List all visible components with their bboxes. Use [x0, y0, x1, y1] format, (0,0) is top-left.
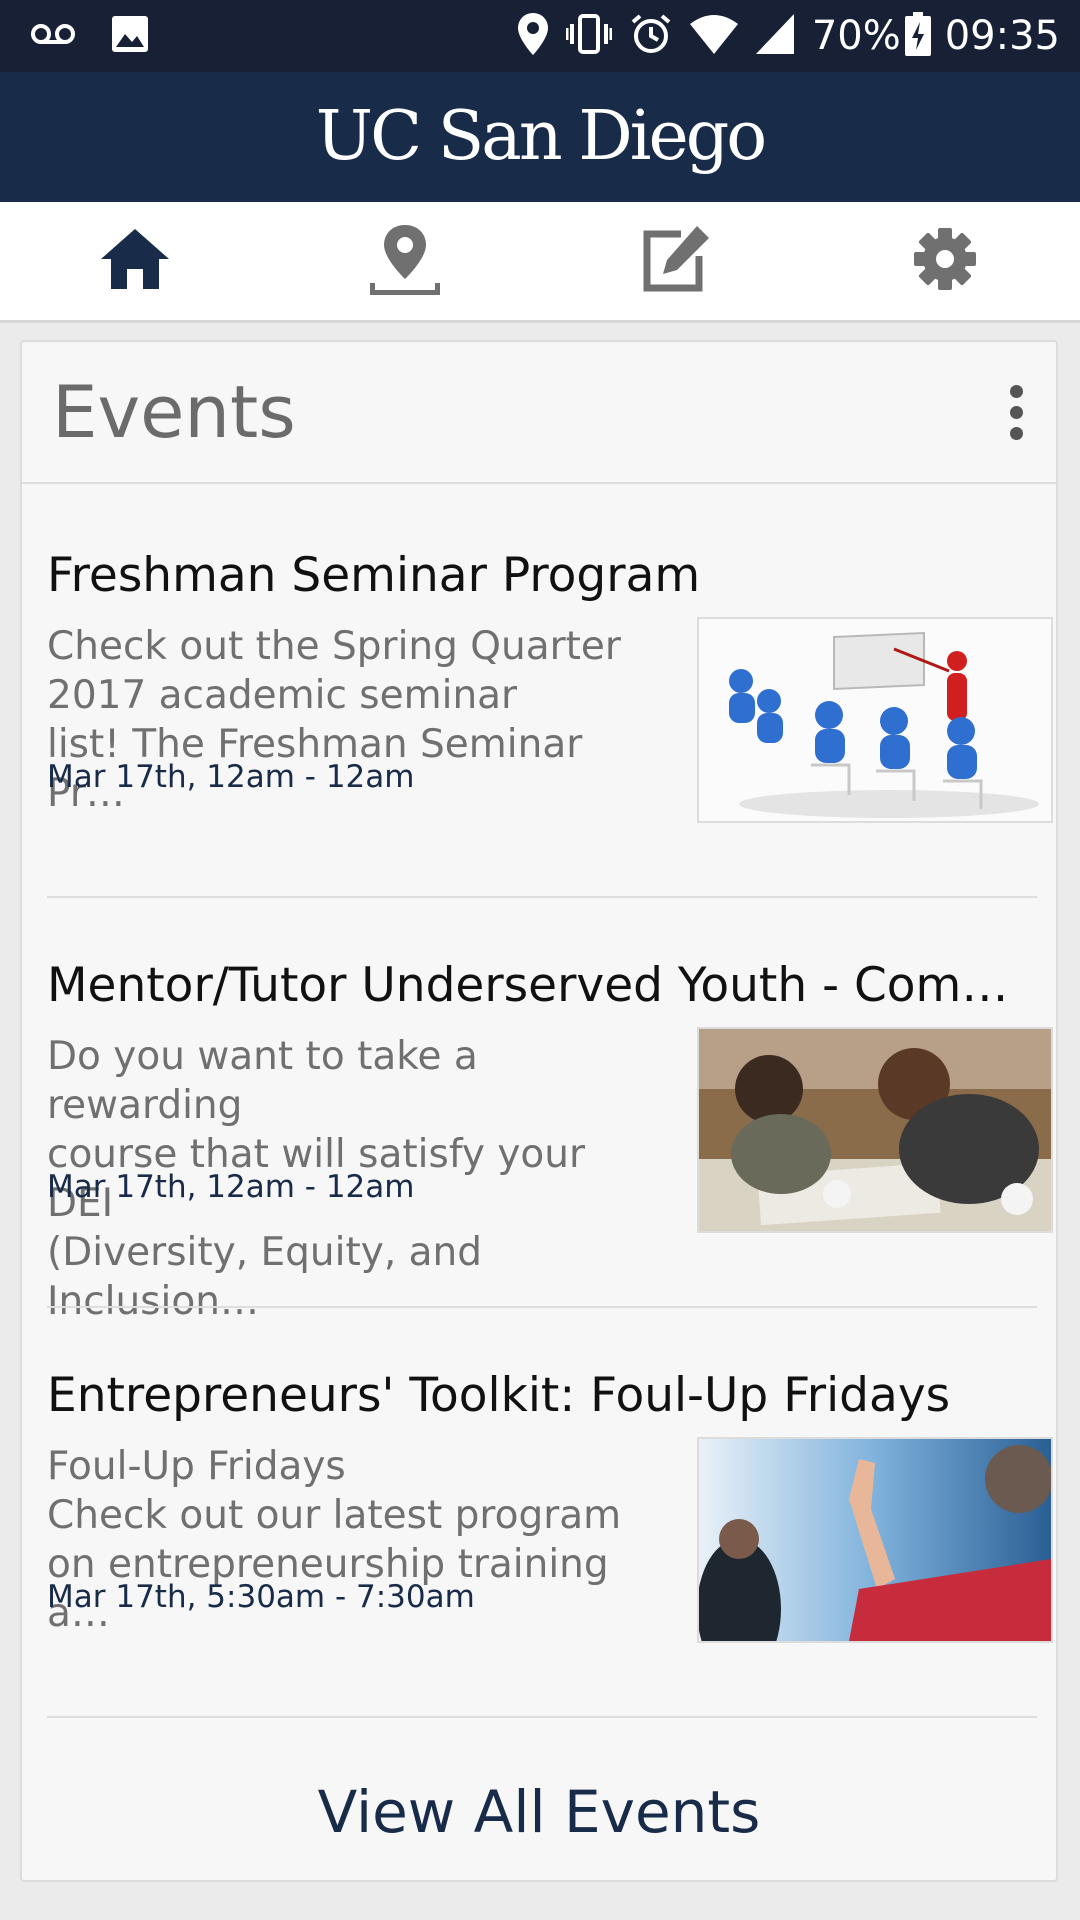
app-header: UC San Diego — [0, 72, 1080, 202]
image-icon — [110, 14, 150, 58]
battery-charging-icon — [904, 12, 931, 60]
signal-icon — [755, 14, 794, 58]
more-dot — [1009, 405, 1023, 419]
voicemail-icon — [30, 22, 76, 50]
vibrate-icon — [565, 14, 613, 58]
event-date: Mar 17th, 5:30am - 7:30am — [47, 1579, 475, 1615]
event-item[interactable]: Entrepreneurs' Toolkit: Foul-Up Fridays … — [47, 1304, 1053, 1716]
wifi-icon — [689, 14, 738, 58]
event-title: Entrepreneurs' Toolkit: Foul-Up Fridays — [47, 1368, 951, 1423]
event-item[interactable]: Mentor/Tutor Underserved Youth - Comple…… — [47, 894, 1053, 1324]
tab-settings[interactable] — [810, 202, 1080, 320]
battery-percent: 70% — [811, 13, 901, 59]
map-pin-icon — [369, 223, 441, 299]
more-options-button[interactable] — [996, 377, 1036, 447]
more-vertical-icon — [1009, 384, 1023, 398]
event-item[interactable]: Freshman Seminar Program Check out the S… — [47, 484, 1053, 896]
event-date: Mar 17th, 12am - 12am — [47, 759, 415, 795]
tab-home[interactable] — [0, 202, 270, 320]
ucsd-logo: UC San Diego — [315, 97, 767, 176]
clock: 09:35 — [944, 13, 1060, 59]
event-date: Mar 17th, 12am - 12am — [47, 1169, 415, 1205]
location-icon — [517, 13, 548, 59]
edit-icon — [641, 226, 709, 296]
classroom-figures-image — [697, 617, 1053, 823]
events-card: Events Freshman Seminar Program Check ou… — [20, 340, 1058, 1882]
more-dot — [1009, 426, 1023, 440]
tab-feedback[interactable] — [540, 202, 810, 320]
view-all-events-button[interactable]: View All Events — [22, 1742, 1056, 1882]
home-icon — [101, 229, 169, 293]
status-bar: 70% 09:35 — [0, 0, 1080, 72]
tab-map[interactable] — [270, 202, 540, 320]
event-title: Mentor/Tutor Underserved Youth - Comple… — [47, 958, 1037, 1013]
gear-icon — [913, 227, 977, 295]
events-title: Events — [52, 370, 296, 454]
divider — [47, 1716, 1037, 1718]
raised-hand-photo — [697, 1437, 1053, 1643]
tab-bar — [0, 202, 1080, 323]
events-card-header: Events — [22, 342, 1056, 484]
alarm-icon — [630, 13, 672, 59]
tutoring-photo — [697, 1027, 1053, 1233]
event-title: Freshman Seminar Program — [47, 548, 701, 603]
